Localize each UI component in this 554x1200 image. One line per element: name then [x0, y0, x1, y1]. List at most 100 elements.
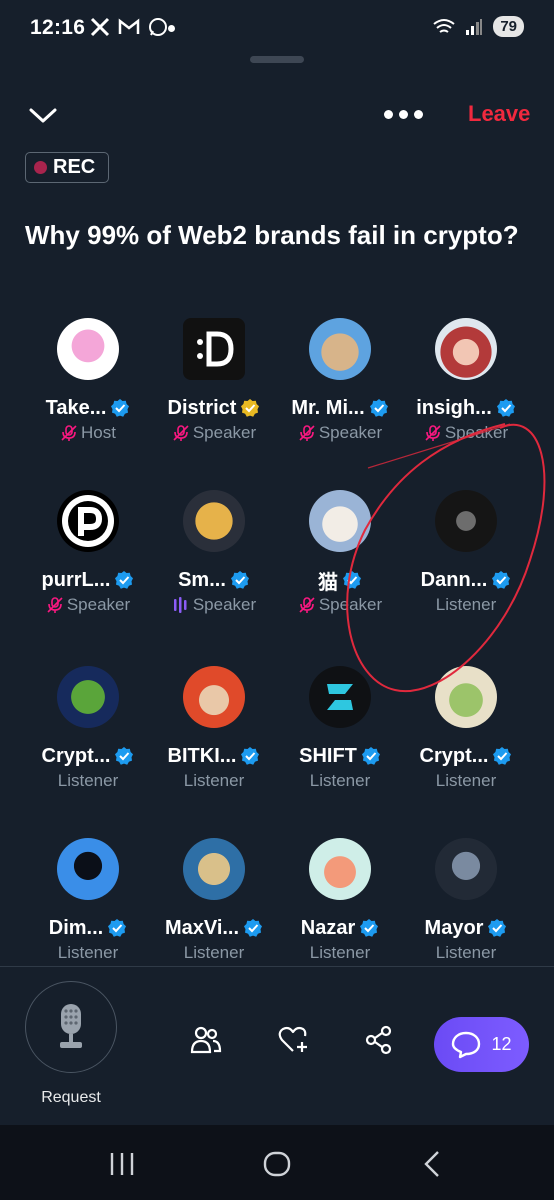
participant-name: Mr. Mi...: [291, 396, 365, 419]
participant-role-row: Listener: [151, 770, 277, 792]
participant-role-row: Listener: [403, 594, 529, 616]
x-logo-icon: [90, 17, 110, 37]
participant-name-row: Dann...: [403, 568, 529, 592]
participant-role-row: Listener: [25, 942, 151, 964]
speaking-bars-icon: [172, 596, 190, 614]
chat-count: 12: [491, 1034, 512, 1054]
participant-role-row: Listener: [151, 942, 277, 964]
request-mic-button[interactable]: [25, 981, 117, 1073]
chat-button[interactable]: 12: [434, 1017, 529, 1072]
participant-card[interactable]: Crypt... Listener: [403, 666, 529, 792]
record-dot-icon: [34, 161, 47, 174]
silhouette-avatar: [57, 838, 119, 900]
verified-badge-icon: [496, 398, 516, 418]
leave-button[interactable]: Leave: [468, 101, 530, 127]
participant-name-row: MaxVi...: [151, 916, 277, 940]
status-bar: 12:16 79: [0, 0, 554, 56]
recents-button[interactable]: [107, 1149, 137, 1179]
participant-role: Speaker: [66, 595, 131, 614]
participant-card[interactable]: Mr. Mi... Speaker: [277, 318, 403, 444]
participant-role-row: Speaker: [151, 594, 277, 616]
status-app-icons: [90, 17, 168, 37]
recents-icon: [110, 1153, 134, 1175]
mic-muted-icon: [60, 424, 78, 442]
participant-name: District: [167, 396, 237, 419]
participant-name: Nazar: [300, 916, 356, 939]
participant-role-row: Speaker: [277, 422, 403, 444]
participant-name: Mayor: [424, 916, 484, 939]
participant-role: Listener: [435, 595, 497, 614]
participant-card[interactable]: BITKI... Listener: [151, 666, 277, 792]
chevron-down-icon: [29, 108, 57, 123]
shift-logo-avatar: [309, 666, 371, 728]
collapse-button[interactable]: [26, 100, 60, 130]
participant-role-row: Speaker: [25, 594, 151, 616]
chat-bubble-icon: [452, 1031, 481, 1058]
participant-role: Speaker: [192, 423, 257, 442]
wifi-icon: [433, 18, 455, 33]
participant-name-row: SHIFT: [277, 744, 403, 768]
participant-card[interactable]: Sm... Speaker: [151, 490, 277, 616]
verified-badge-icon: [361, 746, 381, 766]
participant-name: insigh...: [416, 396, 492, 419]
microphone-icon: [60, 1004, 82, 1048]
home-icon: [263, 1151, 291, 1177]
mic-muted-icon: [298, 596, 316, 614]
gold-verified-badge-icon: [240, 398, 260, 418]
participant-name: MaxVi...: [164, 916, 240, 939]
back-button[interactable]: [418, 1149, 448, 1179]
react-button[interactable]: [278, 1025, 314, 1061]
participant-card[interactable]: Mayor Listener: [403, 838, 529, 964]
heart-plus-icon: [278, 1026, 307, 1052]
verified-badge-icon: [107, 918, 127, 938]
cat-avatar: [309, 318, 371, 380]
participant-role-row: Listener: [403, 942, 529, 964]
space-top-bar: Leave: [0, 96, 554, 136]
participant-card[interactable]: Crypt... Listener: [25, 666, 151, 792]
sheet-grabber[interactable]: [250, 56, 304, 63]
participant-card[interactable]: purrL... Speaker: [25, 490, 151, 616]
people-button[interactable]: [190, 1025, 226, 1061]
participant-name-row: Take...: [25, 396, 151, 420]
participant-name-row: BITKI...: [151, 744, 277, 768]
participant-card[interactable]: 猫 Speaker: [277, 490, 403, 616]
participant-name-row: Crypt...: [403, 744, 529, 768]
verified-badge-icon: [487, 918, 507, 938]
space-title: Why 99% of Web2 brands fail in crypto?: [25, 220, 519, 250]
participant-name-row: District: [151, 396, 277, 420]
purr-logo-avatar: [57, 490, 119, 552]
participant-role: Listener: [183, 943, 245, 962]
participant-role: Listener: [183, 771, 245, 790]
participant-card[interactable]: insigh... Speaker: [403, 318, 529, 444]
mic-muted-icon: [172, 424, 190, 442]
participant-role-row: Listener: [277, 942, 403, 964]
participant-role: Listener: [435, 943, 497, 962]
share-button[interactable]: [364, 1025, 400, 1061]
participant-name: Dann...: [420, 568, 488, 591]
participant-card[interactable]: Take... Host: [25, 318, 151, 444]
frog-avatar: [435, 666, 497, 728]
participant-card[interactable]: Dim... Listener: [25, 838, 151, 964]
participant-name-row: Sm...: [151, 568, 277, 592]
participant-card[interactable]: Dann... Listener: [403, 490, 529, 616]
participant-role: Listener: [309, 771, 371, 790]
participant-name-row: purrL...: [25, 568, 151, 592]
mic-muted-icon: [424, 424, 442, 442]
home-button[interactable]: [262, 1149, 292, 1179]
man-glasses-avatar: [435, 490, 497, 552]
participant-name: purrL...: [41, 568, 111, 591]
monkey-avatar: [309, 838, 371, 900]
participant-card[interactable]: MaxVi... Listener: [151, 838, 277, 964]
participant-name-row: Nazar: [277, 916, 403, 940]
more-options-button[interactable]: [384, 104, 426, 124]
ninja-avatar: [183, 838, 245, 900]
participant-card[interactable]: SHIFT Listener: [277, 666, 403, 792]
verified-badge-icon: [114, 746, 134, 766]
signal-icon: [466, 18, 483, 35]
participant-role: Listener: [57, 943, 119, 962]
participant-role-row: Speaker: [151, 422, 277, 444]
participant-card[interactable]: District Speaker: [151, 318, 277, 444]
request-label: Request: [41, 1089, 101, 1106]
participant-card[interactable]: Nazar Listener: [277, 838, 403, 964]
king-avatar: [183, 666, 245, 728]
